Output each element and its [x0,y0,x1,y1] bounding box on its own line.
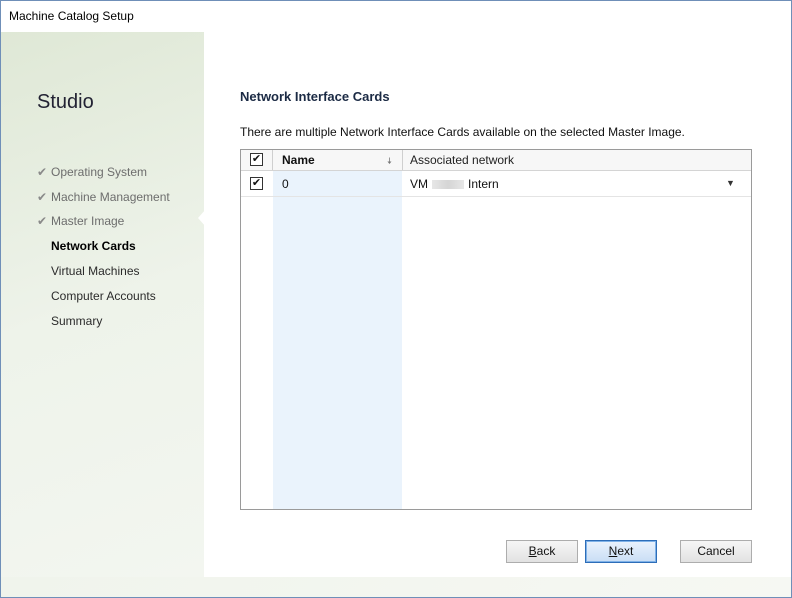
studio-brand: Studio [37,91,94,113]
column-divider [402,150,403,170]
page-heading: Network Interface Cards [240,89,390,104]
select-all-checkbox[interactable]: ✔ [250,153,263,166]
check-icon: ✔ [37,190,48,204]
step-summary: Summary [51,314,103,328]
title-bar: Machine Catalog Setup [1,1,791,32]
sort-icon: 🠇 [387,156,392,166]
cancel-button[interactable]: Cancel [680,540,752,563]
step-computer-accounts: Computer Accounts [51,289,156,303]
window-title: Machine Catalog Setup [9,9,134,23]
step-network-cards: Network Cards [51,239,136,253]
associated-network-select[interactable]: VM Intern [410,177,499,191]
check-icon: ✔ [37,214,48,228]
step-operating-system: ✔ Operating System [37,165,148,179]
redacted-text [432,180,464,190]
nic-name-cell: 0 [282,177,289,191]
check-icon: ✔ [37,165,48,179]
wizard-window: Machine Catalog Setup Studio ✔ Operating … [0,0,792,598]
network-cards-grid: ✔ Name 🠇 Associated network ✔ 0 VM Intern… [240,149,752,510]
step-virtual-machines: Virtual Machines [51,264,140,278]
chevron-down-icon[interactable]: ▼ [726,178,735,188]
next-button[interactable]: Next [585,540,657,563]
page-description: There are multiple Network Interface Car… [240,125,685,139]
column-divider [272,150,273,170]
grid-header: ✔ Name 🠇 Associated network [241,150,751,171]
back-button[interactable]: Back [506,540,578,563]
column-header-name[interactable]: Name [282,153,315,167]
check-icon: ✔ [251,153,262,165]
table-row[interactable]: ✔ 0 VM Intern ▼ [241,171,751,197]
main-content: Network Interface Cards There are multip… [204,32,791,577]
step-machine-management: ✔ Machine Management [37,190,170,204]
sidebar: Studio ✔ Operating System ✔ Machine Manage… [1,32,204,577]
step-master-image: ✔ Master Image [37,214,125,228]
name-column-highlight [273,150,402,509]
check-icon: ✔ [251,177,262,189]
row-checkbox[interactable]: ✔ [250,177,263,190]
column-header-associated-network[interactable]: Associated network [410,153,514,167]
